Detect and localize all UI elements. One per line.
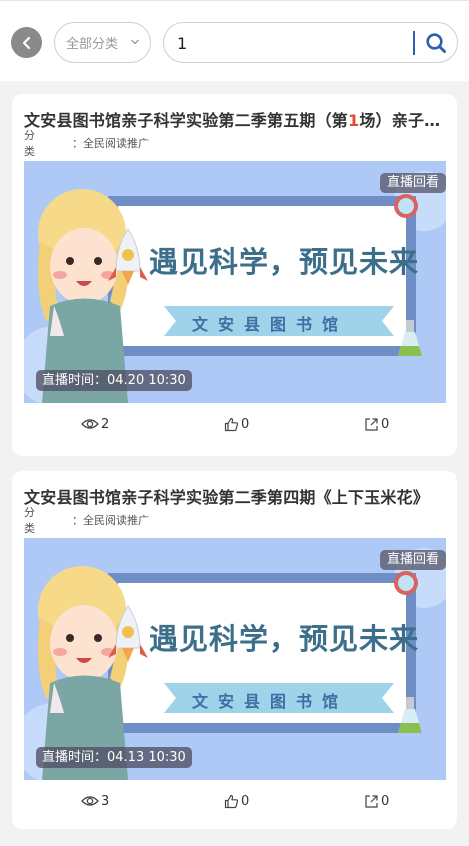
thumbs-up-icon[interactable] [224,794,239,809]
likes-stat[interactable]: 0 [224,789,249,813]
search-divider [413,31,415,55]
search-box [163,22,458,63]
live-time-badge: 直播时间：04.13 10:30 [36,747,192,768]
card-category: 分类 ：全民阅读推广 [24,506,149,535]
share-count: 0 [381,793,390,809]
likes-stat[interactable]: 0 [224,412,249,436]
share-count: 0 [381,416,390,432]
views-stat: 2 [81,412,109,436]
category-value: ：全民阅读推广 [72,514,149,527]
banner-title: 遇见科学，预见未来 [149,245,420,279]
card-title[interactable]: 文安县图书馆亲子科学实验第二季第四期《上下玉米花》 [24,484,449,510]
video-thumbnail[interactable]: 遇见科学，预见未来 文安县图书馆 直播回看 直播时间：04.20 10:30 [24,161,446,403]
share-icon[interactable] [364,417,379,432]
share-stat[interactable]: 0 [364,789,389,813]
live-time-badge: 直播时间：04.20 10:30 [36,370,192,391]
live-card[interactable]: 文安县图书馆亲子科学实验第二季第五期（第1场）亲子科学实验 分类 ：全民阅读推广 [12,94,457,456]
likes-count: 0 [241,416,250,432]
video-thumbnail[interactable]: 遇见科学，预见未来 文安县图书馆 直播回看 直播时间：04.13 10:30 [24,538,446,780]
views-count: 3 [101,793,110,809]
views-stat: 3 [81,789,109,813]
card-stats: 2 0 0 [12,412,457,436]
banner-subtitle: 文安县图书馆 [192,315,349,334]
share-stat[interactable]: 0 [364,412,389,436]
likes-count: 0 [241,793,250,809]
chevron-down-icon [131,39,139,45]
replay-badge: 直播回看 [379,173,446,193]
category-label: 分类 [24,506,59,535]
thumbs-up-icon[interactable] [224,417,239,432]
share-icon[interactable] [364,794,379,809]
chevron-left-icon [22,36,30,49]
category-label: 分类 [24,129,59,158]
category-value: ：全民阅读推广 [72,137,149,150]
views-count: 2 [101,416,110,432]
banner-title: 遇见科学，预见未来 [149,622,420,656]
category-dropdown[interactable]: 全部分类 [54,22,151,63]
banner-subtitle: 文安县图书馆 [192,692,349,711]
eye-icon [81,419,99,429]
category-dropdown-label: 全部分类 [66,37,119,52]
eye-icon [81,796,99,806]
card-title[interactable]: 文安县图书馆亲子科学实验第二季第五期（第1场）亲子科学实验 [24,107,449,133]
search-icon[interactable] [425,32,447,54]
search-header: 全部分类 [0,1,469,81]
live-card[interactable]: 文安县图书馆亲子科学实验第二季第四期《上下玉米花》 分类 ：全民阅读推广 遇见科… [12,471,457,829]
replay-badge: 直播回看 [379,550,446,570]
back-button[interactable] [11,27,42,58]
search-input[interactable] [177,31,407,55]
card-stats: 3 0 0 [12,789,457,813]
card-category: 分类 ：全民阅读推广 [24,129,149,158]
